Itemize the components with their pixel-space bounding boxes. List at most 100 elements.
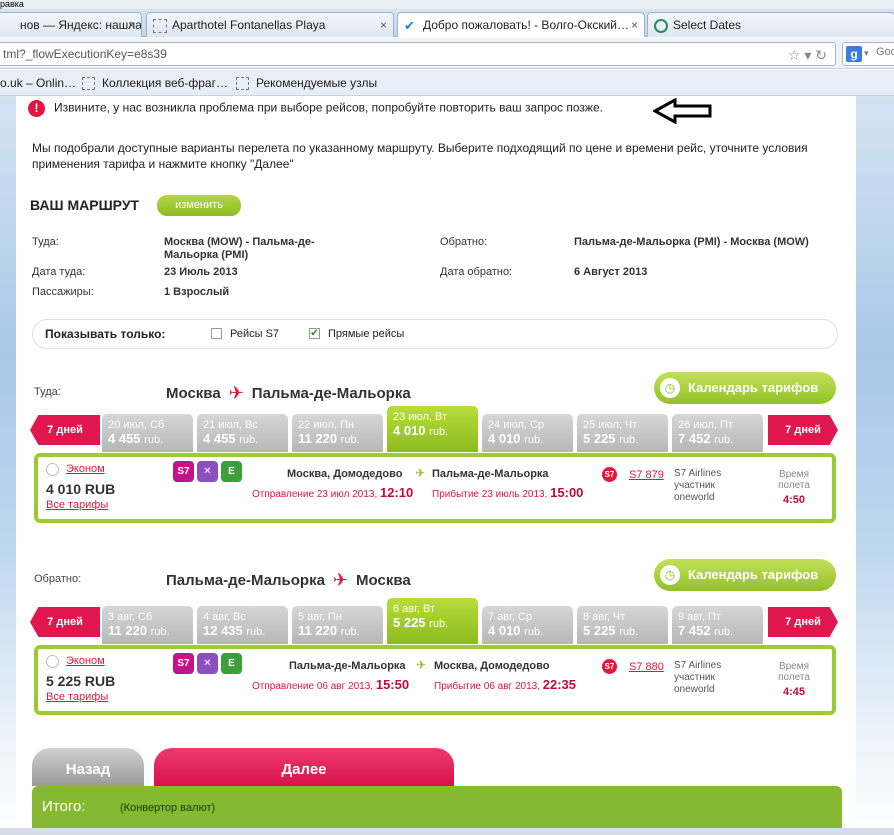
bookmark-item[interactable]: o.uk – Onlin…	[0, 70, 76, 96]
reload-icon[interactable]: ↻	[815, 47, 827, 63]
flight-card[interactable]: Эконом 5 225 RUB Все тарифы S7 ✕ E Пальм…	[34, 645, 836, 715]
tab-bar: нов — Яндекс: нашла… × Aparthotel Fontane…	[0, 9, 894, 37]
departure-time: Отправление 23 июл 2013, 12:10	[252, 485, 414, 500]
return-date: 6 Август 2013	[574, 266, 648, 278]
menu-item[interactable]: равка	[0, 0, 24, 9]
all-fares-link[interactable]: Все тарифы	[46, 499, 108, 511]
day-tab[interactable]: 8 авг, Чт 5 225 rub.	[577, 606, 668, 644]
next-7-days-button[interactable]: 7 дней	[768, 607, 838, 637]
status-bar	[0, 828, 894, 835]
fare-calendar-button[interactable]: ◷ Календарь тарифов	[654, 372, 836, 404]
flight-card[interactable]: Эконом 4 010 RUB Все тарифы S7 ✕ E Москв…	[34, 453, 836, 523]
close-tab-icon[interactable]: ×	[380, 13, 387, 37]
close-tab-icon[interactable]: ×	[631, 13, 638, 37]
inbound-section-label: Обратно:	[34, 573, 82, 585]
departure-time: Отправление 06 авг 2013, 15:50	[252, 677, 410, 692]
filter-direct[interactable]: ✔ Прямые рейсы	[309, 320, 404, 348]
page-icon	[82, 77, 95, 91]
day-tab[interactable]: 20 июл, Сб 4 455 rub.	[102, 414, 193, 452]
plane-icon: ✈	[416, 658, 427, 672]
return-label: Обратно:	[440, 236, 488, 248]
select-radio[interactable]	[46, 463, 59, 476]
outbound-route: Москва (MOW) - Пальма-де-Мальорка (PMI)	[164, 236, 315, 261]
currency-converter-link[interactable]: (Конвертор валют)	[120, 802, 215, 814]
dropdown-icon[interactable]: ▾	[804, 47, 811, 63]
arrival-time: Прибытие 23 июль 2013, 15:00	[432, 485, 584, 500]
flight-duration: Время полета 4:45	[778, 661, 810, 698]
select-radio[interactable]	[46, 655, 59, 668]
url-field[interactable]: tml?_flowExecutionKey=e8s39 ☆ ▾ ↻	[0, 42, 836, 66]
economy-badge-icon: E	[221, 653, 242, 674]
airline-info: S7 Airlines участник oneworld	[674, 468, 722, 503]
search-box[interactable]: g ▾ Goo	[842, 42, 894, 66]
intro-text: Мы подобрали доступные варианты перелета…	[32, 141, 808, 171]
outbound-date: 23 Июль 2013	[164, 266, 238, 278]
day-tab[interactable]: 7 авг, Ср 4 010 rub.	[482, 606, 573, 644]
checkmark-icon: ✔	[404, 17, 415, 33]
all-fares-link[interactable]: Все тарифы	[46, 691, 108, 703]
browser-tab[interactable]: Aparthotel Fontanellas Playa ×	[146, 12, 394, 37]
outbound-date-label: Дата туда:	[32, 266, 86, 278]
change-route-button[interactable]: изменить	[157, 195, 241, 216]
day-tab[interactable]: 21 июл, Вс 4 455 rub.	[197, 414, 288, 452]
menu-bar: равка	[0, 0, 894, 9]
arrival-time: Прибытие 06 авг 2013, 22:35	[434, 677, 577, 692]
day-tab[interactable]: 3 авг, Сб 11 220 rub.	[102, 606, 193, 644]
yandex-icon	[1, 19, 15, 33]
meal-icon: ✕	[197, 653, 218, 674]
filter-bar: Показывать только: Рейсы S7 ✔ Прямые рейс…	[32, 319, 838, 349]
error-icon: !	[28, 100, 45, 117]
day-tab[interactable]: 5 авг, Пн 11 220 rub.	[292, 606, 383, 644]
next-button[interactable]: Далее	[154, 748, 454, 786]
departure-airport: Москва, Домодедово	[287, 468, 403, 480]
flight-number-link[interactable]: S7 879	[629, 469, 664, 481]
day-tab[interactable]: 4 авг, Вс 12 435 rub.	[197, 606, 288, 644]
economy-badge-icon: E	[221, 461, 242, 482]
day-tab[interactable]: 26 июл, Пт 7 452 rub.	[672, 414, 763, 452]
browser-tab[interactable]: ✔ Добро пожаловать! - Волго-Окский… ×	[397, 12, 645, 37]
day-tab[interactable]: 25 июл, Чт 5 225 rub.	[577, 414, 668, 452]
browser-tab[interactable]: нов — Яндекс: нашла… ×	[0, 12, 142, 37]
prev-7-days-button[interactable]: 7 дней	[30, 607, 100, 637]
passengers: 1 Взрослый	[164, 286, 230, 298]
checkbox[interactable]	[211, 327, 222, 339]
day-tab-selected[interactable]: 23 июл, Вт 4 010 rub.	[387, 406, 478, 452]
star-icon[interactable]: ☆	[788, 47, 801, 63]
outbound-heading: Москва ✈ Пальма-де-Мальорка	[166, 383, 411, 403]
fare-class-link[interactable]: Эконом	[66, 655, 105, 667]
bookmark-item[interactable]: Рекомендуемые узлы	[236, 70, 377, 96]
prev-7-days-button[interactable]: 7 дней	[30, 415, 100, 445]
fare-calendar-button[interactable]: ◷ Календарь тарифов	[654, 559, 836, 591]
inbound-heading: Пальма-де-Мальорка ✈ Москва	[166, 570, 411, 590]
s7-logo-icon: S7	[602, 467, 617, 482]
return-route: Пальма-де-Мальорка (PMI) - Москва (MOW)	[574, 236, 809, 248]
fare-class-link[interactable]: Эконом	[66, 463, 105, 475]
google-icon: g	[846, 46, 862, 62]
error-message: ! Извините, у нас возникла проблема при в…	[28, 100, 603, 117]
plane-icon: ✈	[415, 466, 426, 480]
next-7-days-button[interactable]: 7 дней	[768, 415, 838, 445]
flight-number-link[interactable]: S7 880	[629, 661, 664, 673]
bookmark-item[interactable]: Коллекция веб-фраг…	[82, 70, 228, 96]
arrival-airport: Пальма-де-Мальорка	[432, 468, 549, 480]
tripadvisor-icon	[654, 18, 668, 33]
total-label: Итого:	[42, 798, 86, 815]
back-button[interactable]: Назад	[32, 748, 144, 786]
filter-heading: Показывать только:	[45, 327, 166, 341]
departure-airport: Пальма-де-Мальорка	[289, 660, 406, 672]
fare-price: 5 225 RUB	[46, 673, 116, 689]
checkbox[interactable]: ✔	[309, 327, 320, 339]
arrow-left-icon	[653, 98, 712, 124]
day-tab[interactable]: 22 июл, Пн 11 220 rub.	[292, 414, 383, 452]
s7-logo-icon: S7	[602, 659, 617, 674]
day-tab-selected[interactable]: 6 авг, Вт 5 225 rub.	[387, 598, 478, 644]
day-tab[interactable]: 9 авг, Пт 7 452 rub.	[672, 606, 763, 644]
calendar-icon: ◷	[660, 565, 680, 585]
bookmarks-bar: o.uk – Onlin… Коллекция веб-фраг… Рекоме…	[0, 70, 894, 96]
day-tab[interactable]: 24 июл, Ср 4 010 rub.	[482, 414, 573, 452]
filter-s7[interactable]: Рейсы S7	[211, 320, 279, 348]
airline-info: S7 Airlines участник oneworld	[674, 660, 722, 695]
page-icon	[153, 18, 167, 33]
close-tab-icon[interactable]: ×	[128, 13, 135, 37]
browser-tab[interactable]: Select Dates	[647, 12, 894, 37]
